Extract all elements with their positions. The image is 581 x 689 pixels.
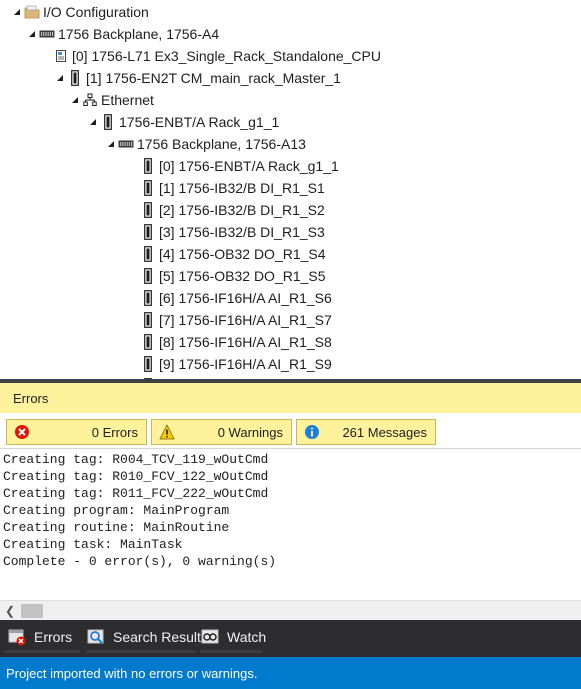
tree-node-slot-0[interactable]: [0] 1756-ENBT/A Rack_g1_1 — [140, 155, 339, 177]
tree-node-slot-2[interactable]: [2] 1756-IB32/B DI_R1_S2 — [140, 199, 325, 221]
info-icon — [305, 425, 319, 439]
error-icon — [15, 425, 29, 439]
tree-node-io-configuration[interactable]: I/O Configuration — [10, 1, 149, 23]
tree-node-label: [3] 1756-IB32/B DI_R1_S3 — [159, 224, 325, 240]
tree-node-label: [2] 1756-IB32/B DI_R1_S2 — [159, 202, 325, 218]
expanded-arrow-icon[interactable] — [53, 67, 67, 89]
tree-node-slot-3[interactable]: [3] 1756-IB32/B DI_R1_S3 — [140, 221, 325, 243]
errors-panel-title: Errors — [0, 383, 581, 413]
network-icon — [82, 89, 98, 111]
errors-tab-icon — [8, 629, 26, 645]
module-icon — [140, 353, 156, 375]
tree-node-slot-4[interactable]: [4] 1756-OB32 DO_R1_S4 — [140, 243, 326, 265]
tree-node-backplane-a13[interactable]: 1756 Backplane, 1756-A13 — [104, 133, 306, 155]
backplane-icon — [118, 133, 134, 155]
warning-icon — [159, 424, 175, 440]
tree-node-slot-1[interactable]: [1] 1756-IB32/B DI_R1_S1 — [140, 177, 325, 199]
log-line: Creating task: MainTask — [3, 537, 183, 552]
messages-filter-button[interactable]: 261 Messages — [296, 419, 436, 445]
module-icon — [140, 309, 156, 331]
tree-node-ethernet[interactable]: Ethernet — [68, 89, 154, 111]
watch-icon — [201, 629, 219, 643]
status-message: Project imported with no errors or warni… — [6, 665, 258, 681]
tree-node-en2t-master[interactable]: [1] 1756-EN2T CM_main_rack_Master_1 — [53, 67, 341, 89]
warnings-filter-button[interactable]: 0 Warnings — [151, 419, 292, 445]
tree-node-label: [7] 1756-IF16H/A AI_R1_S7 — [159, 312, 332, 328]
log-line: Creating routine: MainRoutine — [3, 520, 230, 535]
warnings-filter-label: 0 Warnings — [217, 425, 283, 440]
scrollbar-thumb[interactable] — [21, 604, 43, 618]
tree-node-label: 1756-ENBT/A Rack_g1_1 — [119, 114, 280, 130]
tree-node-label: [1] 1756-IB32/B DI_R1_S1 — [159, 180, 325, 196]
log-line: Complete - 0 error(s), 0 warning(s) — [3, 554, 277, 569]
folder-icon — [24, 1, 40, 23]
module-icon — [140, 199, 156, 221]
tree-node-label: [0] 1756-L71 Ex3_Single_Rack_Standalone_… — [72, 48, 381, 64]
backplane-icon — [39, 23, 55, 45]
tab-watch[interactable]: Watch — [201, 620, 266, 653]
tree-node-label: [8] 1756-IF16H/A AI_R1_S8 — [159, 334, 332, 350]
module-icon — [140, 243, 156, 265]
errors-panel-title-text: Errors — [13, 390, 49, 406]
module-icon — [67, 67, 83, 89]
tree-node-enbt-rack-g1[interactable]: 1756-ENBT/A Rack_g1_1 — [86, 111, 279, 133]
bottom-tab-bar: Errors Search Results Watch — [0, 620, 581, 653]
scroll-left-icon[interactable]: ❮ — [2, 602, 18, 619]
errors-filter-bar: 0 Errors 0 Warnings 261 Messages — [0, 413, 581, 449]
tree-node-label: 1756 Backplane, 1756-A13 — [137, 136, 306, 152]
log-line: Creating tag: R010_FCV_122_wOutCmd — [3, 469, 269, 484]
errors-filter-button[interactable]: 0 Errors — [6, 419, 147, 445]
log-line: Creating program: MainProgram — [3, 503, 230, 518]
tab-watch-label: Watch — [227, 628, 267, 645]
io-configuration-tree[interactable]: I/O Configuration 1756 Backplane, 1756-A… — [0, 0, 581, 379]
tree-node-label: Ethernet — [101, 92, 154, 108]
module-icon — [100, 111, 116, 133]
tree-node-slot-5[interactable]: [5] 1756-OB32 DO_R1_S5 — [140, 265, 326, 287]
module-icon — [140, 287, 156, 309]
expanded-arrow-icon[interactable] — [25, 23, 39, 45]
tree-node-label: [9] 1756-IF16H/A AI_R1_S9 — [159, 356, 332, 372]
messages-filter-label: 261 Messages — [342, 425, 427, 440]
status-bar: Project imported with no errors or warni… — [0, 657, 581, 689]
tree-node-label: 1756 Backplane, 1756-A4 — [58, 26, 220, 42]
expanded-arrow-icon[interactable] — [68, 89, 82, 111]
tree-node-label: [6] 1756-IF16H/A AI_R1_S6 — [159, 290, 332, 306]
errors-filter-label: 0 Errors — [91, 425, 138, 440]
tree-node-slot-8[interactable]: [8] 1756-IF16H/A AI_R1_S8 — [140, 331, 332, 353]
log-line: Creating tag: R011_FCV_222_wOutCmd — [3, 486, 269, 501]
tree-node-label: I/O Configuration — [43, 4, 149, 20]
tab-search-results-label: Search Results — [113, 628, 208, 645]
tree-node-label: [4] 1756-OB32 DO_R1_S4 — [159, 246, 326, 262]
log-line: Creating tag: R004_TCV_119_wOutCmd — [3, 452, 269, 467]
horizontal-scrollbar[interactable]: ❮ — [0, 600, 581, 620]
tree-node-slot-6[interactable]: [6] 1756-IF16H/A AI_R1_S6 — [140, 287, 332, 309]
module-icon — [140, 155, 156, 177]
tree-node-controller-l71[interactable]: [0] 1756-L71 Ex3_Single_Rack_Standalone_… — [53, 45, 381, 67]
module-icon — [140, 177, 156, 199]
module-icon — [140, 265, 156, 287]
tree-node-slot-9[interactable]: [9] 1756-IF16H/A AI_R1_S9 — [140, 353, 332, 375]
expanded-arrow-icon[interactable] — [10, 1, 24, 23]
tab-errors-label: Errors — [34, 628, 73, 645]
tab-errors[interactable]: Errors — [8, 620, 72, 653]
module-icon — [140, 331, 156, 353]
search-results-icon — [87, 629, 104, 644]
expanded-arrow-icon[interactable] — [104, 133, 118, 155]
expanded-arrow-icon[interactable] — [86, 111, 100, 133]
controller-icon — [53, 45, 69, 67]
tree-node-backplane-a4[interactable]: 1756 Backplane, 1756-A4 — [25, 23, 219, 45]
tree-node-label: [0] 1756-ENBT/A Rack_g1_1 — [159, 158, 339, 174]
tab-search-results[interactable]: Search Results — [87, 620, 208, 653]
tree-node-slot-7[interactable]: [7] 1756-IF16H/A AI_R1_S7 — [140, 309, 332, 331]
errors-output-log[interactable]: Creating tag: R004_TCV_119_wOutCmd Creat… — [0, 450, 581, 600]
module-icon — [140, 221, 156, 243]
tree-node-label: [1] 1756-EN2T CM_main_rack_Master_1 — [86, 70, 341, 86]
tree-node-label: [5] 1756-OB32 DO_R1_S5 — [159, 268, 326, 284]
